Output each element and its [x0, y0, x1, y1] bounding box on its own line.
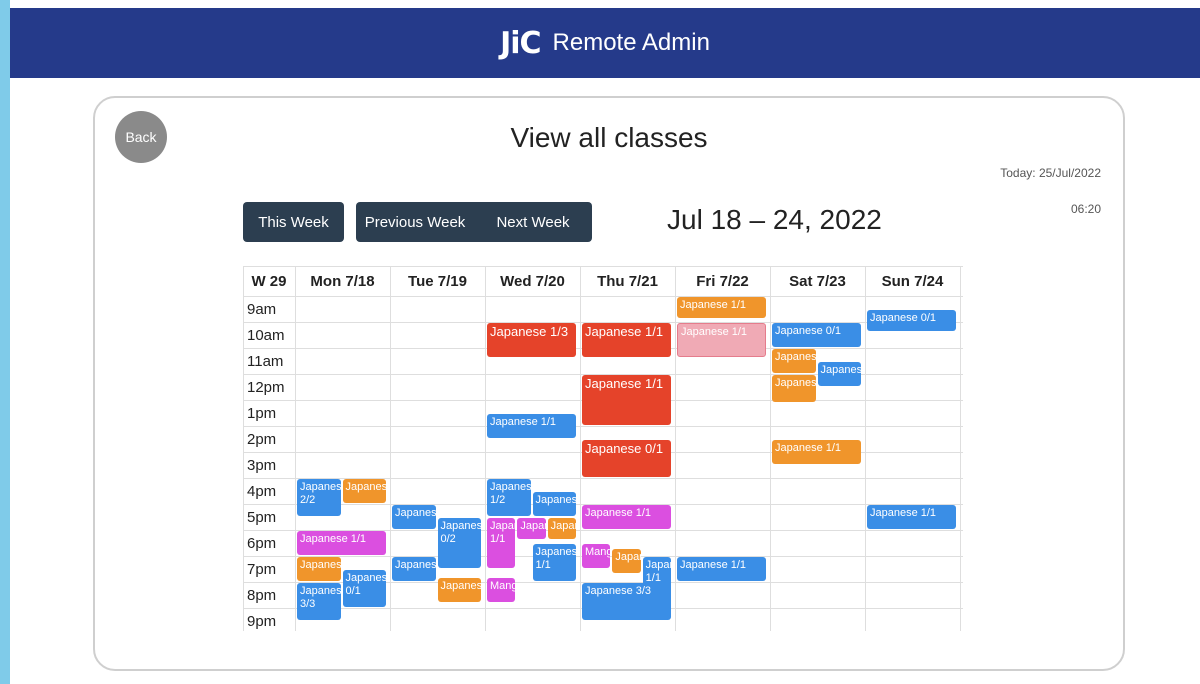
class-event[interactable]: Japanese — [342, 479, 386, 503]
grid-line-vertical — [960, 266, 961, 631]
class-event[interactable]: Japanese 1/1 — [772, 440, 861, 464]
class-event[interactable]: Japanese — [612, 549, 641, 574]
week-nav-group: Previous Week Next Week — [356, 202, 592, 242]
day-header: Thu 7/21 — [597, 272, 658, 290]
class-event[interactable]: Japanese 1/1 — [582, 505, 671, 529]
grid-line-vertical — [770, 266, 771, 631]
class-event[interactable]: Japanese 3/3 — [297, 583, 341, 620]
day-header: Sat 7/23 — [789, 272, 846, 290]
class-event[interactable]: Japanese 1/1 — [297, 531, 386, 555]
jic-logo: JiC — [500, 25, 541, 61]
hour-label: 2pm — [247, 430, 277, 448]
class-event[interactable]: Japanese — [392, 505, 436, 529]
class-event[interactable]: Japanese 1/1 — [487, 414, 576, 438]
previous-week-button[interactable]: Previous Week — [356, 202, 474, 242]
class-event[interactable]: Japanese — [437, 577, 481, 602]
grid-line-vertical — [580, 266, 581, 631]
grid-line-vertical — [295, 266, 296, 631]
class-event[interactable]: Japanese 0/1 — [342, 570, 386, 607]
class-event[interactable]: Japanese 1/2 — [487, 479, 531, 516]
hour-label: 1pm — [247, 404, 277, 422]
app-frame: JiC Remote Admin Back View all classes T… — [10, 0, 1200, 684]
class-event[interactable]: Japanese 0/1 — [772, 323, 861, 347]
class-event[interactable]: Japanese 1/3 — [487, 323, 576, 358]
class-event[interactable]: Japanese — [517, 518, 546, 540]
class-event[interactable]: Japanese 0/1 — [582, 440, 671, 477]
class-event[interactable]: Japanese — [772, 349, 816, 373]
grid-line-vertical — [675, 266, 676, 631]
class-event[interactable]: Japanese 1/1 — [677, 323, 766, 358]
day-header: Tue 7/19 — [408, 272, 467, 290]
date-range-title: Jul 18 – 24, 2022 — [667, 204, 882, 235]
class-event[interactable]: Japanese — [392, 557, 436, 581]
grid-line-vertical — [485, 266, 486, 631]
hour-label: 10am — [247, 326, 285, 344]
class-event[interactable]: Japanese 0/2 — [437, 518, 481, 568]
class-event[interactable]: Manga — [582, 544, 611, 568]
class-event[interactable]: Japanese — [772, 375, 816, 402]
class-event[interactable]: Japanese 0/1 — [867, 310, 956, 332]
class-event[interactable]: Japanese — [532, 492, 576, 516]
day-header: Sun 7/24 — [881, 272, 944, 290]
class-event[interactable]: Japanese 1/1 — [487, 518, 516, 568]
next-week-button[interactable]: Next Week — [474, 202, 592, 242]
grid-line-horizontal — [243, 426, 963, 427]
hour-label: 5pm — [247, 508, 277, 526]
grid-line-vertical — [865, 266, 866, 631]
app-title: Remote Admin — [552, 29, 710, 56]
class-event[interactable]: Japanese 1/1 — [677, 297, 766, 319]
hour-label: 9am — [247, 300, 277, 318]
class-event[interactable]: Japanese 3/3 — [582, 583, 671, 620]
week-number: W 29 — [251, 272, 287, 290]
day-header: Mon 7/18 — [310, 272, 375, 290]
hour-label: 8pm — [247, 586, 277, 604]
this-week-button[interactable]: This Week — [243, 202, 344, 242]
hour-label: 6pm — [247, 534, 277, 552]
class-event[interactable]: Japanese — [817, 362, 861, 386]
today-date: Today: 25/Jul/2022 — [1000, 166, 1101, 180]
hour-label: 12pm — [247, 378, 285, 396]
class-event[interactable]: Japanese 1/1 — [582, 375, 671, 425]
grid-line-vertical — [243, 266, 244, 631]
class-event[interactable]: Japanese 1/1 — [867, 505, 956, 529]
week-calendar: W 29 Mon 7/18 Tue 7/19 Wed 7/20 Thu 7/21 Fri… — [243, 266, 963, 631]
day-header: Wed 7/20 — [500, 272, 565, 290]
class-event[interactable]: Japanese — [297, 557, 341, 581]
hour-label: 4pm — [247, 482, 277, 500]
class-event[interactable]: Japanese 1/1 — [532, 544, 576, 581]
hour-label: 7pm — [247, 560, 277, 578]
class-event[interactable]: Japanese 1/1 — [582, 323, 671, 358]
page-title: View all classes — [510, 122, 708, 153]
grid-line-vertical — [390, 266, 391, 631]
day-header: Fri 7/22 — [696, 272, 749, 290]
content-card: Back View all classes Today: 25/Jul/2022… — [93, 96, 1125, 671]
top-bar: JiC Remote Admin — [10, 8, 1200, 78]
current-time: 06:20 — [1070, 202, 1101, 216]
class-event[interactable]: Japanese — [547, 518, 576, 540]
class-event[interactable]: Manga — [487, 577, 516, 602]
grid-line-horizontal — [243, 296, 963, 297]
hour-label: 11am — [247, 352, 284, 370]
hour-label: 3pm — [247, 456, 277, 474]
hour-label: 9pm — [247, 612, 277, 630]
class-event[interactable]: Japanese 1/1 — [677, 557, 766, 581]
class-event[interactable]: Japanese 2/2 — [297, 479, 341, 516]
